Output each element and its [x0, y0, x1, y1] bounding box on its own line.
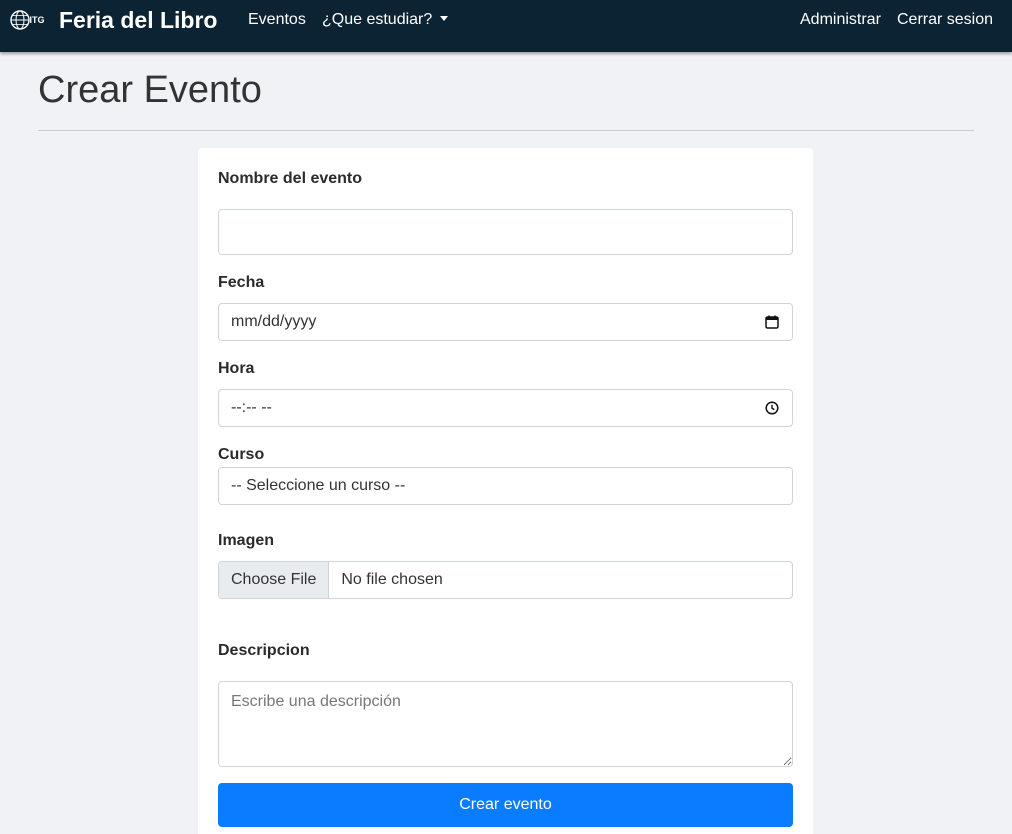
imagen-file-input[interactable]: Choose File No file chosen — [218, 561, 793, 599]
descripcion-textarea[interactable] — [218, 681, 793, 767]
nombre-label: Nombre del evento — [218, 170, 363, 187]
hora-input[interactable]: --:-- -- — [218, 389, 793, 427]
clock-icon[interactable] — [764, 400, 780, 416]
fecha-input[interactable]: mm/dd/yyyy — [218, 303, 793, 341]
hora-value: --:-- -- — [231, 399, 272, 416]
nav-que-estudiar-label: ¿Que estudiar? — [322, 11, 433, 28]
file-status: No file chosen — [341, 571, 443, 588]
nav-que-estudiar-dropdown[interactable]: ¿Que estudiar? — [322, 11, 449, 29]
title-divider — [38, 130, 974, 131]
nav-administrar-link[interactable]: Administrar — [800, 11, 881, 29]
nav-cerrar-sesion-link[interactable]: Cerrar sesion — [897, 11, 993, 29]
brand-title[interactable]: Feria del Libro — [59, 7, 217, 34]
choose-file-button[interactable]: Choose File — [219, 562, 330, 598]
imagen-label: Imagen — [218, 532, 275, 549]
caret-down-icon — [440, 16, 449, 21]
curso-label: Curso — [218, 446, 265, 463]
hora-label: Hora — [218, 360, 255, 377]
logo-text: ITG — [30, 15, 45, 25]
fecha-value: mm/dd/yyyy — [231, 313, 317, 330]
fecha-label: Fecha — [218, 274, 265, 291]
curso-selected-value: -- Seleccione un curso -- — [231, 477, 406, 494]
top-navbar: ITG Feria del Libro Eventos ¿Que estudia… — [0, 0, 1012, 52]
page-title: Crear Evento — [38, 69, 262, 111]
nombre-input[interactable] — [218, 209, 793, 255]
nav-eventos-link[interactable]: Eventos — [248, 11, 306, 29]
descripcion-label: Descripcion — [218, 642, 310, 659]
curso-select[interactable]: -- Seleccione un curso -- — [218, 467, 793, 505]
crear-evento-button[interactable]: Crear evento — [218, 783, 793, 827]
itg-logo[interactable]: ITG — [10, 8, 50, 32]
calendar-icon[interactable] — [764, 314, 780, 330]
